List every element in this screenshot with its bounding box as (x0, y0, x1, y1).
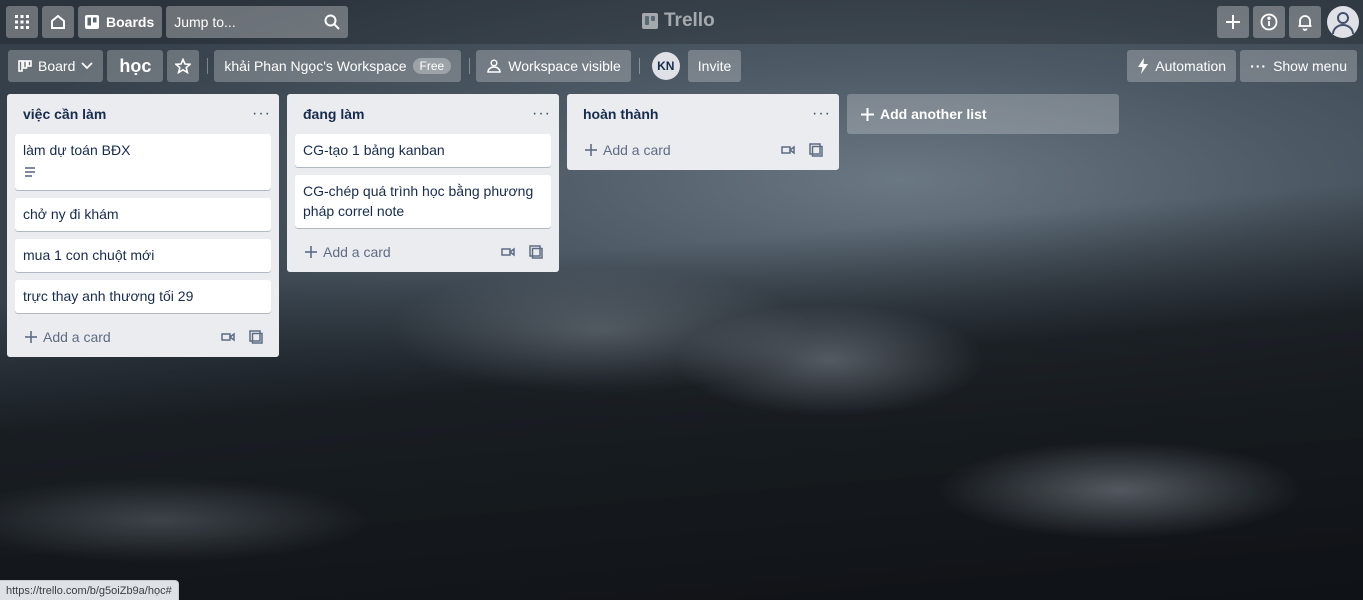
board-header: Board học khải Phan Ngọc's Workspace Fre… (8, 50, 1357, 82)
list-header: hoàn thành ··· (567, 94, 839, 134)
card[interactable]: CG-chép quá trình học bằng phương pháp c… (295, 175, 551, 228)
bell-icon (1298, 15, 1312, 31)
add-card-label: Add a card (603, 142, 671, 158)
list-menu-icon[interactable]: ··· (532, 105, 551, 123)
home-button[interactable] (42, 6, 74, 38)
create-button[interactable] (1217, 6, 1249, 38)
list-viec-can-lam: việc cần làm ··· làm dự toán BĐX chở ny … (7, 94, 279, 357)
board-title[interactable]: học (107, 50, 164, 82)
add-list-label: Add another list (880, 106, 987, 122)
boards-label: Boards (106, 14, 155, 30)
info-button[interactable] (1253, 6, 1285, 38)
add-card-button[interactable]: Add a card (305, 244, 391, 260)
add-list-button[interactable]: Add another list (847, 94, 1119, 134)
add-card-row: Add a card (287, 236, 559, 268)
list-title[interactable]: hoàn thành (583, 106, 658, 122)
video-icon[interactable] (781, 145, 795, 155)
template-icon[interactable] (249, 330, 263, 344)
notifications-button[interactable] (1289, 6, 1321, 38)
board-view-switcher[interactable]: Board (8, 50, 104, 82)
list-dang-lam: đang làm ··· CG-tạo 1 bảng kanban CG-ché… (287, 94, 559, 272)
trello-logo[interactable]: Trello (642, 10, 715, 32)
card-title: CG-tạo 1 bảng kanban (303, 142, 445, 158)
home-icon (51, 14, 65, 29)
boards-icon (85, 15, 99, 29)
template-icon[interactable] (529, 245, 543, 259)
user-icon (1332, 12, 1354, 35)
board-header-actions: Automation ··· Show menu (1127, 50, 1357, 82)
card-title: mua 1 con chuột mới (23, 247, 155, 263)
top-navigation-bar: Boards Jump to... Trello (0, 0, 1363, 44)
list-menu-icon[interactable]: ··· (252, 105, 271, 123)
card-title: chở ny đi khám (23, 206, 119, 222)
invite-button[interactable]: Invite (687, 50, 742, 82)
template-icon[interactable] (809, 143, 823, 157)
board-view-label: Board (38, 58, 76, 74)
card-title: trực thay anh thương tối 29 (23, 288, 194, 304)
plus-icon (861, 107, 874, 121)
show-menu-label: Show menu (1273, 58, 1347, 74)
video-icon[interactable] (221, 332, 235, 342)
logo-text: Trello (664, 10, 715, 31)
workspace-button[interactable]: khải Phan Ngọc's Workspace Free (214, 50, 462, 82)
card-title: làm dự toán BĐX (23, 142, 131, 158)
plus-icon (305, 246, 317, 258)
divider (469, 58, 471, 74)
plus-icon (25, 331, 37, 343)
add-card-label: Add a card (323, 244, 391, 260)
trello-logo-icon (642, 13, 658, 29)
automation-button[interactable]: Automation (1127, 50, 1237, 82)
show-menu-button[interactable]: ··· Show menu (1240, 50, 1357, 82)
card[interactable]: trực thay anh thương tối 29 (15, 280, 271, 313)
search-placeholder: Jump to... (174, 14, 236, 30)
add-card-label: Add a card (43, 329, 111, 345)
search-icon (324, 14, 340, 30)
add-card-button[interactable]: Add a card (25, 329, 111, 345)
workspace-plan-badge: Free (412, 58, 452, 74)
list-title[interactable]: đang làm (303, 106, 364, 122)
list-header: đang làm ··· (287, 94, 559, 134)
list-hoan-thanh: hoàn thành ··· Add a card (567, 94, 839, 170)
boards-button[interactable]: Boards (78, 6, 163, 38)
lightning-icon (1138, 58, 1149, 74)
description-icon (25, 167, 35, 177)
board-view-icon (18, 60, 32, 72)
add-card-extras (781, 143, 823, 157)
people-icon (487, 59, 501, 73)
member-avatar[interactable]: KN (651, 52, 680, 80)
add-card-extras (221, 330, 263, 344)
plus-icon (1226, 15, 1240, 29)
card[interactable]: làm dự toán BĐX (15, 134, 271, 190)
user-avatar[interactable] (1327, 6, 1359, 38)
card[interactable]: CG-tạo 1 bảng kanban (295, 134, 551, 167)
list-header: việc cần làm ··· (7, 94, 279, 134)
add-card-extras (501, 245, 543, 259)
divider (207, 58, 209, 74)
add-card-button[interactable]: Add a card (585, 142, 671, 158)
chevron-down-icon (81, 62, 93, 70)
add-card-row: Add a card (7, 321, 279, 353)
card-title: CG-chép quá trình học bằng phương pháp c… (303, 183, 534, 219)
plus-icon (585, 144, 597, 156)
info-icon (1260, 13, 1278, 31)
more-icon: ··· (1250, 58, 1268, 74)
video-icon[interactable] (501, 247, 515, 257)
card[interactable]: chở ny đi khám (15, 198, 271, 231)
star-icon (175, 58, 192, 74)
add-card-row: Add a card (567, 134, 839, 166)
divider (638, 58, 640, 74)
app-switcher-button[interactable] (6, 6, 38, 38)
search-input[interactable]: Jump to... (166, 6, 349, 38)
card[interactable]: mua 1 con chuột mới (15, 239, 271, 272)
list-menu-icon[interactable]: ··· (812, 105, 831, 123)
visibility-button[interactable]: Workspace visible (476, 50, 631, 82)
visibility-label: Workspace visible (508, 58, 621, 74)
workspace-label: khải Phan Ngọc's Workspace (224, 58, 407, 74)
star-button[interactable] (167, 50, 200, 82)
grid-icon (15, 15, 29, 29)
status-bar-url: https://trello.com/b/g5oiZb9a/học# (0, 580, 179, 600)
list-title[interactable]: việc cần làm (23, 106, 106, 122)
automation-label: Automation (1155, 58, 1227, 74)
topbar-actions (1215, 6, 1359, 38)
